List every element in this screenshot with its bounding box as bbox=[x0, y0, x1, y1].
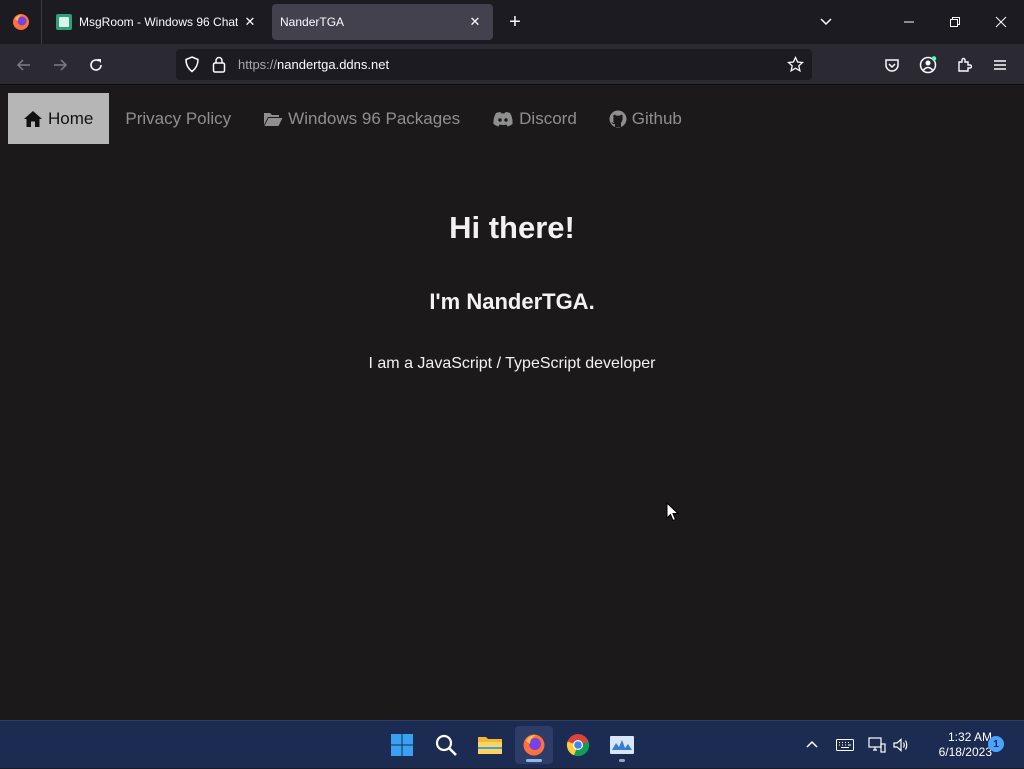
url-text: https://nandertga.ddns.net bbox=[238, 57, 389, 72]
firefox-view-button[interactable] bbox=[0, 0, 42, 44]
arrow-left-icon bbox=[16, 59, 30, 71]
url-scheme: https:// bbox=[238, 57, 278, 72]
url-host: nandertga.ddns.net bbox=[277, 57, 390, 72]
site-nav: Home Privacy Policy Windows 96 Packages … bbox=[8, 93, 698, 144]
restore-icon bbox=[950, 17, 960, 27]
back-button[interactable] bbox=[9, 50, 39, 80]
home-icon bbox=[24, 110, 42, 127]
close-window-button[interactable] bbox=[978, 0, 1024, 44]
pocket-icon bbox=[885, 59, 899, 72]
bookmark-star-icon[interactable] bbox=[787, 56, 804, 73]
chrome-icon bbox=[566, 734, 590, 757]
tab-nandertga[interactable]: NanderTGA ✕ bbox=[272, 4, 493, 40]
firefox-icon bbox=[12, 14, 29, 30]
clock-date: 6/18/2023 bbox=[938, 745, 992, 759]
nav-github-link[interactable]: Github bbox=[593, 93, 698, 144]
close-icon bbox=[995, 16, 1007, 28]
clock-time: 1:32 AM bbox=[947, 730, 992, 744]
nav-home-link[interactable]: Home bbox=[8, 93, 110, 144]
nav-github-label: Github bbox=[631, 108, 682, 128]
nav-privacy-policy-link[interactable]: Privacy Policy bbox=[109, 93, 247, 144]
hamburger-menu-icon bbox=[994, 60, 1006, 70]
forward-button[interactable] bbox=[45, 50, 75, 80]
network-button[interactable] bbox=[864, 721, 890, 769]
close-tab-icon[interactable]: ✕ bbox=[465, 12, 485, 32]
pocket-button[interactable] bbox=[877, 50, 907, 80]
close-tab-icon[interactable]: ✕ bbox=[240, 12, 260, 32]
resource-monitor-icon bbox=[610, 736, 634, 754]
keyboard-button[interactable] bbox=[832, 721, 858, 769]
nav-home-label: Home bbox=[48, 108, 94, 128]
search-icon bbox=[435, 734, 457, 756]
mouse-cursor-icon bbox=[666, 502, 680, 522]
active-app-indicator bbox=[526, 759, 542, 762]
taskbar: 1:32 AM 6/18/2023 bbox=[0, 720, 1024, 768]
navigation-toolbar: https://nandertga.ddns.net bbox=[0, 44, 1024, 85]
reload-button[interactable] bbox=[81, 50, 111, 80]
chevron-up-icon bbox=[806, 740, 818, 748]
discord-icon bbox=[493, 111, 513, 126]
chrome-taskbar-button[interactable] bbox=[559, 726, 597, 764]
account-button[interactable] bbox=[913, 50, 943, 80]
extensions-button[interactable] bbox=[949, 50, 979, 80]
msgroom-favicon-icon bbox=[56, 14, 72, 30]
keyboard-icon bbox=[836, 739, 854, 751]
app-menu-button[interactable] bbox=[985, 50, 1015, 80]
github-icon bbox=[609, 110, 627, 127]
tab-title: MsgRoom - Windows 96 Chat bbox=[79, 15, 239, 29]
page-heading: Hi there! bbox=[449, 210, 575, 245]
network-icon bbox=[868, 737, 886, 753]
search-button[interactable] bbox=[427, 726, 465, 764]
url-bar[interactable]: https://nandertga.ddns.net bbox=[176, 49, 812, 80]
page-description: I am a JavaScript / TypeScript developer bbox=[368, 355, 656, 372]
folder-open-icon bbox=[264, 112, 283, 126]
start-button[interactable] bbox=[383, 726, 421, 764]
nav-privacy-policy-label: Privacy Policy bbox=[125, 108, 232, 128]
chevron-down-icon bbox=[820, 18, 832, 26]
account-icon bbox=[919, 56, 937, 74]
tracking-protection-shield-icon[interactable] bbox=[184, 56, 200, 73]
notification-badge[interactable]: 1 bbox=[988, 736, 1004, 752]
arrow-right-icon bbox=[54, 59, 68, 71]
restore-button[interactable] bbox=[932, 0, 978, 44]
volume-button[interactable] bbox=[888, 721, 914, 769]
tab-msgroom[interactable]: MsgRoom - Windows 96 Chat ✕ bbox=[46, 4, 268, 40]
windows-start-icon bbox=[391, 734, 413, 756]
list-all-tabs-button[interactable] bbox=[803, 0, 849, 44]
file-explorer-button[interactable] bbox=[471, 726, 509, 764]
lock-icon[interactable] bbox=[212, 56, 226, 73]
running-app-indicator bbox=[619, 759, 625, 762]
minimize-icon bbox=[904, 21, 914, 23]
firefox-taskbar-button[interactable] bbox=[515, 726, 553, 764]
reload-icon bbox=[90, 59, 102, 71]
puzzle-piece-icon bbox=[958, 57, 972, 72]
page-content: Home Privacy Policy Windows 96 Packages … bbox=[0, 86, 1024, 720]
clock[interactable]: 1:32 AM 6/18/2023 bbox=[916, 730, 992, 760]
nav-discord-link[interactable]: Discord bbox=[476, 93, 593, 144]
nav-discord-label: Discord bbox=[519, 108, 577, 128]
firefox-icon bbox=[523, 734, 545, 756]
speaker-icon bbox=[893, 738, 908, 752]
nav-windows96-packages-label: Windows 96 Packages bbox=[288, 108, 461, 128]
tab-strip: MsgRoom - Windows 96 Chat ✕ NanderTGA ✕ … bbox=[0, 0, 1024, 44]
folder-icon bbox=[478, 737, 502, 754]
monitor-app-taskbar-button[interactable] bbox=[603, 726, 641, 764]
show-hidden-icons-button[interactable] bbox=[800, 721, 824, 769]
new-tab-button[interactable]: + bbox=[502, 8, 528, 36]
page-subheading: I'm NanderTGA. bbox=[429, 289, 595, 314]
tab-title: NanderTGA bbox=[280, 15, 345, 29]
minimize-button[interactable] bbox=[886, 0, 932, 44]
nav-windows96-packages-link[interactable]: Windows 96 Packages bbox=[247, 93, 476, 144]
